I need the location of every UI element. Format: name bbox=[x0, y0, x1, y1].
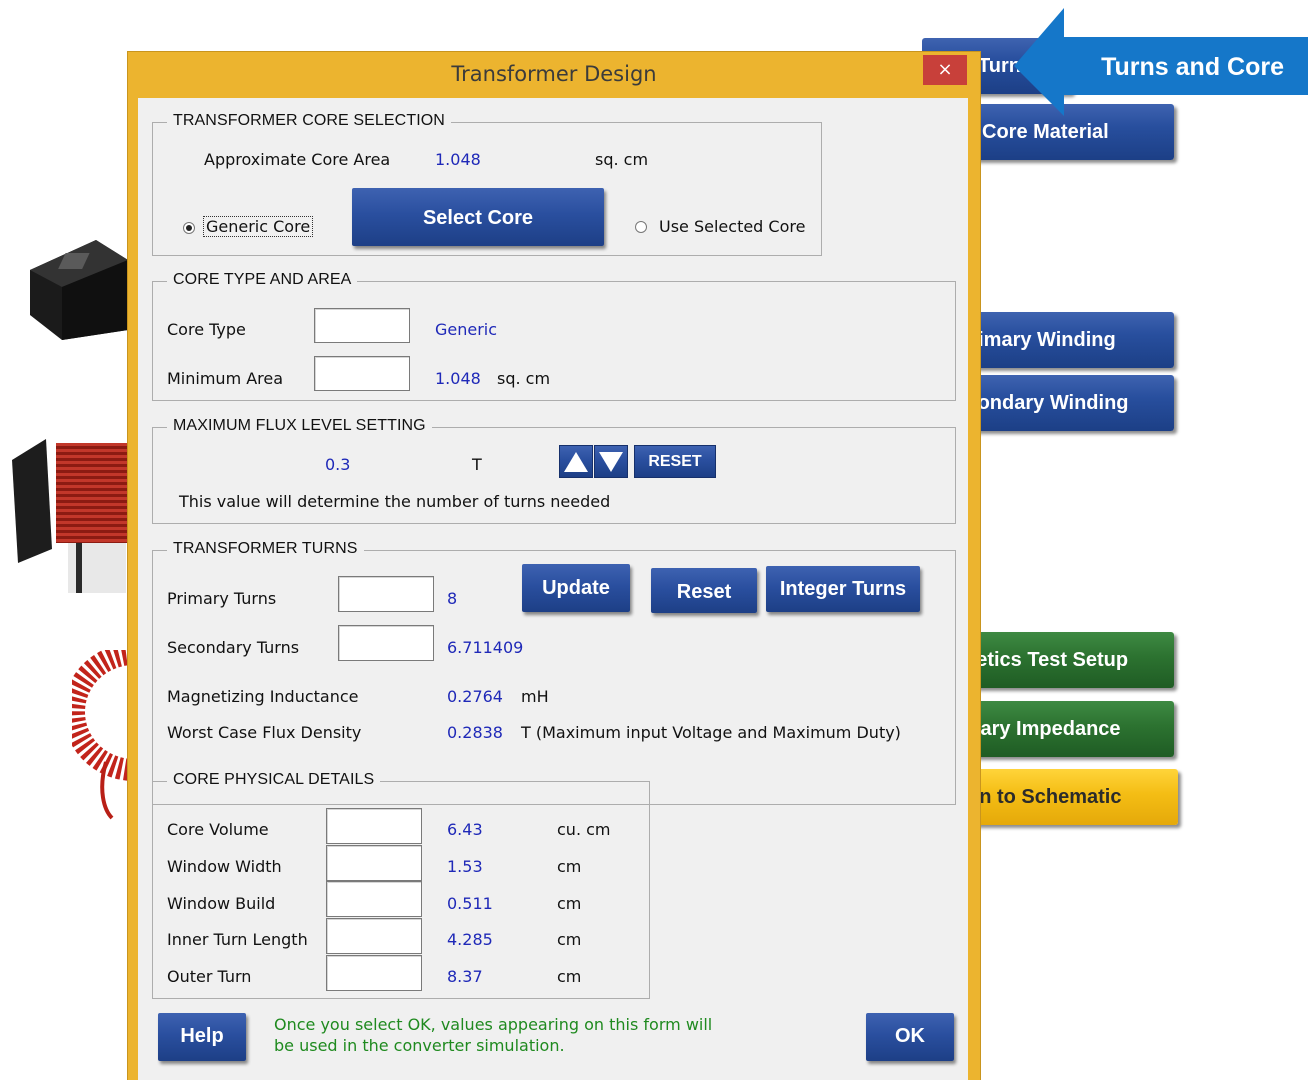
magnetizing-inductance-unit: mH bbox=[521, 687, 549, 706]
generic-core-radio[interactable] bbox=[183, 222, 195, 234]
select-core-button[interactable]: Select Core bbox=[352, 188, 604, 246]
worst-case-flux-unit: T (Maximum input Voltage and Maximum Dut… bbox=[521, 723, 901, 742]
transformer-turns-heading: TRANSFORMER TURNS bbox=[167, 540, 364, 558]
core-volume-input[interactable] bbox=[326, 808, 422, 844]
callout-text: Turns and Core bbox=[1101, 53, 1284, 81]
core-type-input[interactable] bbox=[314, 308, 410, 343]
window-build-unit: cm bbox=[557, 894, 582, 913]
minimum-area-unit: sq. cm bbox=[497, 369, 551, 388]
core-type-value: Generic bbox=[435, 320, 498, 339]
flux-level-heading: MAXIMUM FLUX LEVEL SETTING bbox=[167, 417, 432, 435]
generic-core-label[interactable]: Generic Core bbox=[202, 216, 314, 237]
window-build-value: 0.511 bbox=[447, 894, 493, 913]
secondary-turns-input[interactable] bbox=[338, 625, 434, 661]
core-type-heading: CORE TYPE AND AREA bbox=[167, 271, 358, 289]
toroid-core-image bbox=[72, 650, 130, 820]
flux-reset-button[interactable]: RESET bbox=[634, 445, 716, 478]
flux-down-button[interactable] bbox=[594, 445, 628, 478]
core-selection-heading: TRANSFORMER CORE SELECTION bbox=[167, 112, 451, 130]
primary-turns-value: 8 bbox=[447, 589, 458, 608]
magnetizing-inductance-value: 0.2764 bbox=[447, 687, 503, 706]
outer-turn-input[interactable] bbox=[326, 955, 422, 991]
window-build-label: Window Build bbox=[167, 894, 276, 913]
core-volume-unit: cu. cm bbox=[557, 820, 611, 839]
flux-up-button[interactable] bbox=[559, 445, 593, 478]
core-physical-heading: CORE PHYSICAL DETAILS bbox=[167, 771, 381, 789]
inner-turn-length-input[interactable] bbox=[326, 918, 422, 954]
window-build-input[interactable] bbox=[326, 881, 422, 917]
use-selected-core-radio[interactable] bbox=[635, 221, 647, 233]
outer-turn-value: 8.37 bbox=[447, 967, 483, 986]
integer-turns-button[interactable]: Integer Turns bbox=[766, 566, 920, 612]
primary-winding-button-label: Primary Winding bbox=[957, 329, 1116, 351]
minimum-area-label: Minimum Area bbox=[167, 369, 284, 388]
approx-core-area-unit: sq. cm bbox=[595, 150, 649, 169]
close-button[interactable]: × bbox=[923, 55, 967, 85]
core-type-label: Core Type bbox=[167, 320, 246, 339]
dialog-title: Transformer Design bbox=[451, 62, 657, 86]
flux-level-value: 0.3 bbox=[325, 455, 351, 474]
secondary-turns-value: 6.711409 bbox=[447, 638, 524, 657]
minimum-area-input[interactable] bbox=[314, 356, 410, 391]
footer-note-line-2: be used in the converter simulation. bbox=[274, 1036, 565, 1055]
inner-turn-length-unit: cm bbox=[557, 930, 582, 949]
window-width-value: 1.53 bbox=[447, 857, 483, 876]
core-volume-value: 6.43 bbox=[447, 820, 483, 839]
bobbin-coil-image bbox=[12, 439, 128, 593]
footer-note-line-1: Once you select OK, values appearing on … bbox=[274, 1015, 713, 1034]
minimum-area-value: 1.048 bbox=[435, 369, 481, 388]
use-selected-core-label[interactable]: Use Selected Core bbox=[659, 217, 805, 236]
window-width-label: Window Width bbox=[167, 857, 282, 876]
triangle-down-icon bbox=[599, 452, 623, 472]
worst-case-flux-label: Worst Case Flux Density bbox=[167, 723, 362, 742]
approx-core-area-label: Approximate Core Area bbox=[204, 150, 391, 169]
magnetizing-inductance-label: Magnetizing Inductance bbox=[167, 687, 359, 706]
outer-turn-unit: cm bbox=[557, 967, 582, 986]
e-core-image bbox=[30, 240, 128, 340]
outer-turn-label: Outer Turn bbox=[167, 967, 252, 986]
inner-turn-length-label: Inner Turn Length bbox=[167, 930, 308, 949]
flux-level-unit: T bbox=[472, 455, 482, 474]
secondary-turns-label: Secondary Turns bbox=[167, 638, 300, 657]
flux-note: This value will determine the number of … bbox=[179, 492, 611, 511]
reset-turns-button[interactable]: Reset bbox=[651, 568, 757, 613]
primary-turns-input[interactable] bbox=[338, 576, 434, 612]
window-width-input[interactable] bbox=[326, 845, 422, 881]
ok-button[interactable]: OK bbox=[866, 1013, 954, 1061]
help-button[interactable]: Help bbox=[158, 1013, 246, 1061]
update-button[interactable]: Update bbox=[522, 564, 630, 612]
worst-case-flux-value: 0.2838 bbox=[447, 723, 503, 742]
primary-turns-label: Primary Turns bbox=[167, 589, 277, 608]
dialog-client-area: TRANSFORMER CORE SELECTION Approximate C… bbox=[138, 98, 968, 1080]
transformer-design-dialog: Transformer Design × TRANSFORMER CORE SE… bbox=[128, 52, 980, 1080]
approx-core-area-value: 1.048 bbox=[435, 150, 481, 169]
window-width-unit: cm bbox=[557, 857, 582, 876]
inner-turn-length-value: 4.285 bbox=[447, 930, 493, 949]
core-volume-label: Core Volume bbox=[167, 820, 269, 839]
triangle-up-icon bbox=[564, 452, 588, 472]
